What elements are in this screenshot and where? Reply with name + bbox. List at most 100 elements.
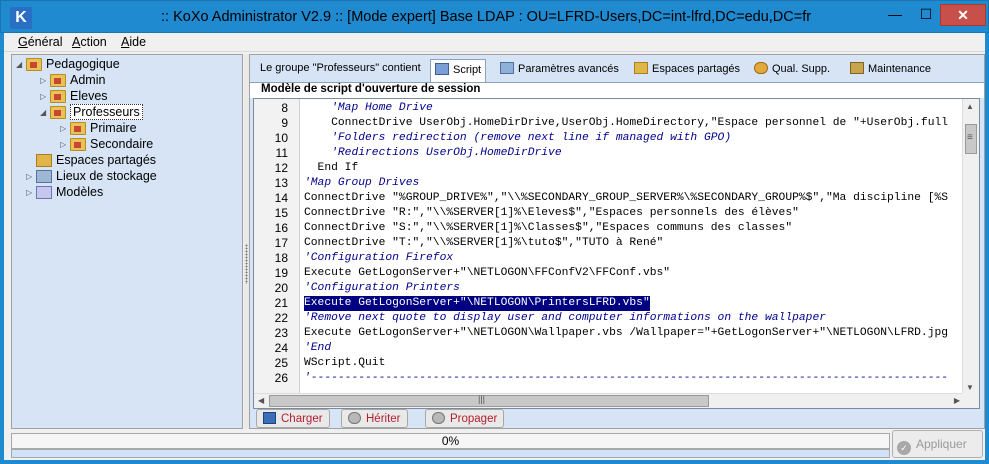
tab-espaces-partages[interactable]: Espaces partagés bbox=[632, 62, 740, 81]
tab-script[interactable]: Script bbox=[430, 59, 487, 82]
code-line[interactable]: 25 WScript.Quit bbox=[254, 356, 966, 371]
scroll-left-icon[interactable]: ◀ bbox=[258, 396, 264, 405]
code-line[interactable]: 9 ConnectDrive UserObj.HomeDirDrive,User… bbox=[254, 116, 966, 131]
code-text[interactable]: '---------------------------------------… bbox=[304, 371, 948, 386]
expand-arrow-icon[interactable]: ▷ bbox=[60, 124, 70, 133]
menu-action[interactable]: Action bbox=[72, 35, 107, 49]
line-number: 21 bbox=[274, 296, 288, 310]
collapse-arrow-icon[interactable]: ◢ bbox=[16, 60, 26, 69]
expand-arrow-icon[interactable]: ▷ bbox=[26, 188, 36, 197]
code-text[interactable]: ConnectDrive UserObj.HomeDirDrive,UserOb… bbox=[304, 116, 948, 131]
save-icon bbox=[263, 412, 276, 424]
tree-item-modeles[interactable]: ▷ Modèles bbox=[26, 185, 103, 201]
code-line[interactable]: 12 End If bbox=[254, 161, 966, 176]
code-text[interactable]: ConnectDrive "%GROUP_DRIVE%","\\%SECONDA… bbox=[304, 191, 948, 206]
tree-item-professeurs[interactable]: ◢ Professeurs bbox=[40, 104, 143, 121]
code-line[interactable]: 16 ConnectDrive "S:","\\%SERVER[1]%\Class… bbox=[254, 221, 966, 236]
tree-item-primaire[interactable]: ▷ Primaire bbox=[60, 121, 137, 137]
tree-item-espaces-partages[interactable]: Espaces partagés bbox=[26, 153, 156, 169]
tree-item-label: Espaces partagés bbox=[56, 153, 157, 167]
code-line[interactable]: 13 'Map Group Drives bbox=[254, 176, 966, 191]
tree-item-lieux-stockage[interactable]: ▷ Lieux de stockage bbox=[26, 169, 157, 185]
horizontal-scrollbar[interactable]: ◀ ▶ bbox=[254, 393, 964, 408]
code-text[interactable]: ConnectDrive "S:","\\%SERVER[1]%\Classes… bbox=[304, 221, 792, 236]
code-text[interactable]: 'Configuration Firefox bbox=[304, 251, 453, 266]
tab-maintenance[interactable]: Maintenance bbox=[848, 62, 931, 81]
charger-button[interactable]: Charger bbox=[256, 409, 330, 428]
close-button[interactable]: ✕ bbox=[940, 4, 986, 26]
scroll-up-icon[interactable]: ▲ bbox=[966, 102, 974, 111]
code-text[interactable]: 'Map Home Drive bbox=[304, 101, 433, 116]
code-line[interactable]: 21 Execute GetLogonServer+"\NETLOGON\Prin… bbox=[254, 296, 966, 311]
code-line[interactable]: 20 'Configuration Printers bbox=[254, 281, 966, 296]
tree-item-eleves[interactable]: ▷ Eleves bbox=[40, 89, 108, 105]
menu-bar: Général Action Aide bbox=[4, 33, 985, 52]
window-title: :: KoXo Administrator V2.9 :: [Mode expe… bbox=[161, 9, 812, 25]
expand-arrow-icon[interactable]: ▷ bbox=[40, 76, 50, 85]
code-line[interactable]: 14 ConnectDrive "%GROUP_DRIVE%","\\%SECON… bbox=[254, 191, 966, 206]
code-text[interactable]: 'Folders redirection (remove next line i… bbox=[304, 131, 731, 146]
heriter-button[interactable]: Hériter bbox=[341, 409, 408, 428]
code-line[interactable]: 19 Execute GetLogonServer+"\NETLOGON\FFCo… bbox=[254, 266, 966, 281]
storage-icon bbox=[36, 170, 52, 184]
code-line[interactable]: 22 'Remove next quote to display user and… bbox=[254, 311, 966, 326]
code-line[interactable]: 26 '-------------------------------------… bbox=[254, 371, 966, 386]
code-text[interactable]: ConnectDrive "R:","\\%SERVER[1]%\Eleves$… bbox=[304, 206, 799, 221]
code-line[interactable]: 8 'Map Home Drive bbox=[254, 101, 966, 116]
code-line[interactable]: 17 ConnectDrive "T:","\\%SERVER[1]%\tuto$… bbox=[254, 236, 966, 251]
tree-item-secondaire[interactable]: ▷ Secondaire bbox=[60, 137, 153, 153]
ldap-tree[interactable]: ◢ Pedagogique ▷ Admin ▷ Eleves ◢ Professeurs… bbox=[11, 54, 243, 429]
code-line[interactable]: 11 'Redirections UserObj.HomeDirDrive bbox=[254, 146, 966, 161]
code-text[interactable]: Execute GetLogonServer+"\NETLOGON\FFConf… bbox=[304, 266, 670, 281]
code-line[interactable]: 15 ConnectDrive "R:","\\%SERVER[1]%\Eleve… bbox=[254, 206, 966, 221]
propager-button[interactable]: Propager bbox=[425, 409, 505, 428]
code-text[interactable]: Execute GetLogonServer+"\NETLOGON\Wallpa… bbox=[304, 326, 948, 341]
tree-item-admin[interactable]: ▷ Admin bbox=[40, 73, 105, 89]
maximize-button[interactable]: ☐ bbox=[911, 4, 941, 26]
collapse-arrow-icon[interactable]: ◢ bbox=[40, 108, 50, 117]
scroll-right-icon[interactable]: ▶ bbox=[954, 396, 960, 405]
code-text[interactable]: Execute GetLogonServer+"\NETLOGON\Printe… bbox=[304, 296, 650, 311]
code-text[interactable]: 'Remove next quote to display user and c… bbox=[304, 311, 826, 326]
menu-general-label: énéral bbox=[27, 35, 63, 49]
tab-parametres-avances[interactable]: Paramètres avancés bbox=[498, 62, 619, 81]
tab-qual-supp[interactable]: Qual. Supp. bbox=[752, 62, 830, 81]
vertical-scroll-thumb[interactable] bbox=[965, 124, 977, 154]
line-number: 18 bbox=[274, 251, 288, 265]
vertical-scrollbar[interactable]: ▲ ▼ bbox=[962, 99, 979, 395]
line-number: 23 bbox=[274, 326, 288, 340]
code-text[interactable]: 'Redirections UserObj.HomeDirDrive bbox=[304, 146, 562, 161]
code-text[interactable]: WScript.Quit bbox=[304, 356, 385, 371]
code-text[interactable]: 'Map Group Drives bbox=[304, 176, 419, 191]
horizontal-scroll-thumb[interactable] bbox=[269, 394, 709, 407]
tab-group-members[interactable]: Le groupe "Professeurs" contient bbox=[258, 62, 421, 81]
folder-icon bbox=[50, 90, 66, 104]
code-text[interactable]: ConnectDrive "T:","\\%SERVER[1]%\tuto$",… bbox=[304, 236, 663, 251]
title-bar[interactable]: K :: KoXo Administrator V2.9 :: [Mode ex… bbox=[0, 0, 989, 33]
expand-arrow-icon[interactable]: ▷ bbox=[40, 92, 50, 101]
window-frame: Général Action Aide ◢ Pedagogique ▷ Admin … bbox=[0, 33, 989, 464]
appliquer-button[interactable]: ✓ Appliquer bbox=[892, 430, 983, 458]
code-line[interactable]: 23 Execute GetLogonServer+"\NETLOGON\Wall… bbox=[254, 326, 966, 341]
minimize-button[interactable]: — bbox=[880, 4, 910, 26]
code-text[interactable]: 'Configuration Printers bbox=[304, 281, 460, 296]
scroll-down-icon[interactable]: ▼ bbox=[966, 383, 974, 392]
tree-item-label: Modèles bbox=[56, 185, 104, 199]
code-line[interactable]: 24 'End bbox=[254, 341, 966, 356]
expand-arrow-icon[interactable]: ▷ bbox=[26, 172, 36, 181]
tree-item-label: Professeurs bbox=[70, 104, 143, 120]
line-number: 12 bbox=[274, 161, 288, 175]
model-icon bbox=[36, 186, 52, 200]
code-line[interactable]: 18 'Configuration Firefox bbox=[254, 251, 966, 266]
menu-aide[interactable]: Aide bbox=[121, 35, 146, 49]
gear-icon bbox=[432, 412, 445, 424]
menu-general[interactable]: Général bbox=[18, 35, 62, 49]
code-text[interactable]: End If bbox=[304, 161, 359, 176]
script-editor[interactable]: 8 'Map Home Drive 9 ConnectDrive UserObj.… bbox=[253, 98, 980, 409]
tab-label: Espaces partagés bbox=[652, 63, 741, 75]
expand-arrow-icon[interactable]: ▷ bbox=[60, 140, 70, 149]
code-line[interactable]: 10 'Folders redirection (remove next lin… bbox=[254, 131, 966, 146]
code-text[interactable]: 'End bbox=[304, 341, 331, 356]
menu-aide-label: ide bbox=[129, 35, 147, 49]
tree-item-pedagogique[interactable]: ◢ Pedagogique bbox=[16, 57, 120, 73]
